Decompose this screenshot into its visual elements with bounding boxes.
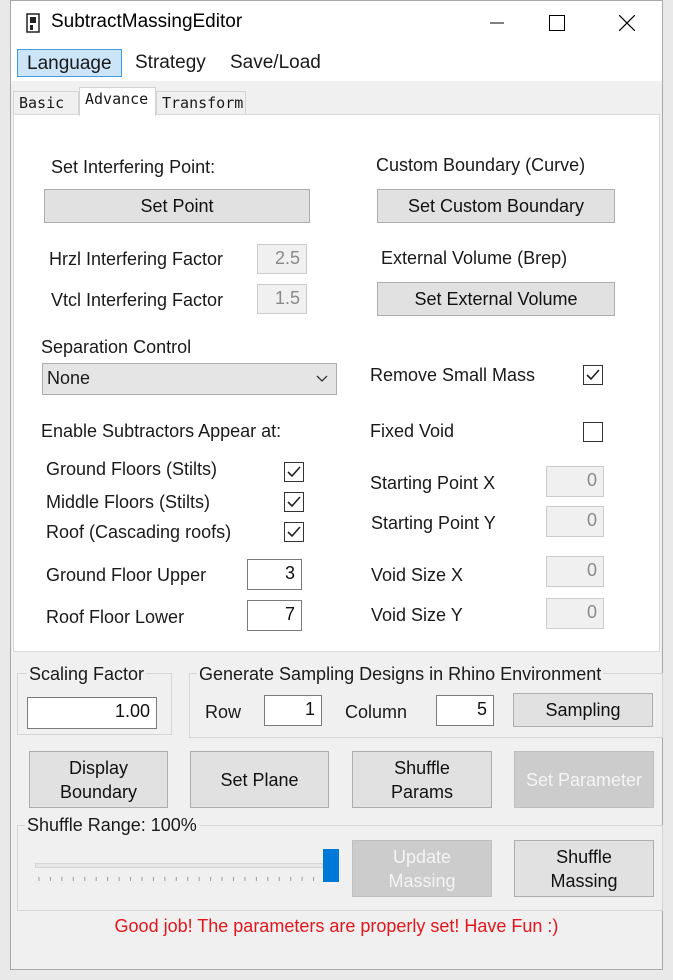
custom-boundary-label: Custom Boundary (Curve) xyxy=(376,155,586,175)
menu-save-load[interactable]: Save/Load xyxy=(221,49,330,77)
vtcl-interfering-factor-field[interactable]: 1.5 xyxy=(257,284,307,314)
remove-small-mass-checkbox[interactable] xyxy=(583,365,603,385)
maximize-button[interactable] xyxy=(527,1,587,45)
display-boundary-line1: Display xyxy=(68,757,129,778)
column-field[interactable]: 5 xyxy=(436,695,494,726)
chevron-down-icon xyxy=(316,375,328,382)
external-volume-label: External Volume (Brep) xyxy=(381,248,568,268)
separation-control-select[interactable]: None xyxy=(42,363,337,395)
starting-point-x-label: Starting Point X xyxy=(370,473,496,493)
middle-floors-label: Middle Floors (Stilts) xyxy=(46,492,211,512)
update-massing-line1: Update xyxy=(392,846,452,867)
display-boundary-button[interactable]: Display Boundary xyxy=(29,751,168,808)
checkmark-icon xyxy=(287,526,301,538)
separation-control-value: None xyxy=(47,368,91,388)
minimize-icon xyxy=(490,22,504,24)
set-point-button[interactable]: Set Point xyxy=(44,189,310,223)
shuffle-range-label: Shuffle Range: 100% xyxy=(25,815,199,836)
starting-point-y-label: Starting Point Y xyxy=(371,513,496,533)
scaling-factor-label: Scaling Factor xyxy=(27,664,147,685)
shuffle-params-button[interactable]: Shuffle Params xyxy=(352,751,492,808)
roof-label: Roof (Cascading roofs) xyxy=(46,522,232,542)
sampling-button[interactable]: Sampling xyxy=(513,693,653,727)
menu-language[interactable]: Language xyxy=(17,49,122,77)
set-plane-button[interactable]: Set Plane xyxy=(190,751,329,808)
roof-floor-lower-label: Roof Floor Lower xyxy=(46,607,185,627)
advance-panel: Set Interfering Point: Set Point Custom … xyxy=(13,114,660,652)
update-massing-line2: Massing xyxy=(388,870,456,891)
checkmark-icon xyxy=(287,466,301,478)
hrzl-interfering-factor-field[interactable]: 2.5 xyxy=(257,244,307,274)
separation-control-label: Separation Control xyxy=(41,337,192,357)
shuffle-params-line1: Shuffle xyxy=(394,757,450,778)
set-external-volume-button[interactable]: Set External Volume xyxy=(377,282,615,316)
shuffle-massing-line2: Massing xyxy=(550,870,618,891)
title-bar: SubtractMassingEditor xyxy=(11,1,662,45)
middle-floors-checkbox[interactable] xyxy=(284,492,304,512)
tab-transform[interactable]: Transform xyxy=(156,91,246,115)
void-size-x-label: Void Size X xyxy=(371,565,464,585)
ground-floors-checkbox[interactable] xyxy=(284,462,304,482)
column-label: Column xyxy=(345,702,408,722)
roof-floor-lower-field[interactable]: 7 xyxy=(247,600,302,631)
ground-floor-upper-label: Ground Floor Upper xyxy=(46,565,207,585)
slider-thumb[interactable] xyxy=(323,849,339,882)
interfering-point-label: Set Interfering Point: xyxy=(51,157,216,177)
status-message: Good job! The parameters are properly se… xyxy=(114,916,559,936)
shuffle-params-line2: Params xyxy=(390,781,453,802)
set-parameter-button[interactable]: Set Parameter xyxy=(514,751,654,808)
row-field[interactable]: 1 xyxy=(264,695,322,726)
menu-strategy[interactable]: Strategy xyxy=(126,49,215,77)
tab-basic[interactable]: Basic xyxy=(13,91,79,115)
row-label: Row xyxy=(205,702,242,722)
app-icon xyxy=(26,13,40,33)
shuffle-massing-line1: Shuffle xyxy=(556,846,612,867)
checkmark-icon xyxy=(287,496,301,508)
remove-small-mass-label: Remove Small Mass xyxy=(370,365,536,385)
menu-bar: Language Strategy Save/Load xyxy=(11,45,662,81)
starting-point-y-field[interactable]: 0 xyxy=(546,506,604,537)
enable-subtractors-label: Enable Subtractors Appear at: xyxy=(41,421,282,441)
slider-ticks xyxy=(38,877,326,881)
fixed-void-checkbox[interactable] xyxy=(583,422,603,442)
shuffle-massing-button[interactable]: Shuffle Massing xyxy=(514,840,654,897)
editor-window: SubtractMassingEditor Language Strategy … xyxy=(10,0,663,970)
tab-strip: Basic Advance Transform xyxy=(11,81,662,116)
void-size-y-label: Void Size Y xyxy=(371,605,463,625)
minimize-button[interactable] xyxy=(467,1,527,45)
ground-floor-upper-field[interactable]: 3 xyxy=(247,559,302,590)
maximize-icon xyxy=(549,15,565,31)
tab-advance[interactable]: Advance xyxy=(79,87,156,116)
void-size-y-field[interactable]: 0 xyxy=(546,598,604,629)
roof-checkbox[interactable] xyxy=(284,522,304,542)
scaling-factor-field[interactable]: 1.00 xyxy=(27,697,157,729)
fixed-void-label: Fixed Void xyxy=(370,421,455,441)
window-title: SubtractMassingEditor xyxy=(51,11,243,32)
update-massing-button[interactable]: Update Massing xyxy=(352,840,492,897)
display-boundary-line2: Boundary xyxy=(59,781,138,802)
close-icon xyxy=(619,15,635,31)
starting-point-x-field[interactable]: 0 xyxy=(546,466,604,497)
shuffle-range-slider[interactable] xyxy=(31,847,341,889)
vtcl-interfering-factor-label: Vtcl Interfering Factor xyxy=(51,290,224,310)
hrzl-interfering-factor-label: Hrzl Interfering Factor xyxy=(49,249,224,269)
checkmark-icon xyxy=(586,369,600,381)
set-custom-boundary-button[interactable]: Set Custom Boundary xyxy=(377,189,615,223)
close-button[interactable] xyxy=(597,1,657,45)
slider-track xyxy=(35,863,323,868)
sampling-group-label: Generate Sampling Designs in Rhino Envir… xyxy=(197,664,604,685)
ground-floors-label: Ground Floors (Stilts) xyxy=(46,459,218,479)
void-size-x-field[interactable]: 0 xyxy=(546,556,604,587)
